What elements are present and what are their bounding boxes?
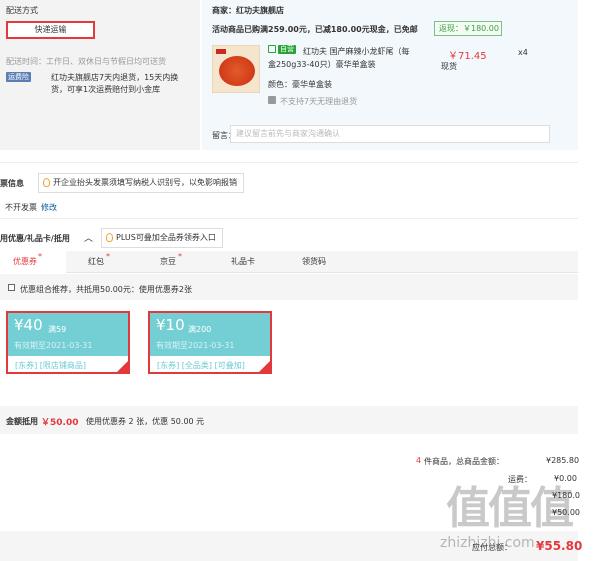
discount-tabs: 优惠券 * 红包 * 京豆 * 礼品卡 领货码 <box>0 251 578 273</box>
product-name-line1[interactable]: 红功夫 国产麻辣小龙虾尾（每 <box>303 46 410 57</box>
item-count: 4 <box>416 456 422 465</box>
tab-red-packet-label: 红包 <box>88 257 104 266</box>
merchant-name: 商家：红功夫旗舰店 <box>212 6 284 15</box>
stock-status: 现货 <box>441 62 457 71</box>
product-qty: x4 <box>518 48 528 57</box>
tab-jingdou[interactable]: 京豆 * <box>160 251 200 273</box>
divider <box>0 218 578 219</box>
delivery-title: 配送方式 <box>6 6 38 15</box>
plus-tip[interactable]: PLUS可叠加全品券领券入口 <box>101 228 223 248</box>
note-input[interactable]: 建议留言前先与商家沟通确认 <box>230 125 550 143</box>
coupon-header: ¥10 满200 有效期至2021-03-31 <box>150 313 270 356</box>
chevron-up-icon[interactable]: ︿ <box>84 231 93 244</box>
invoice-tip-text: 开企业抬头发票须填写纳税人识别号，以免影响报销 <box>53 178 237 187</box>
discount-total-label: 金额抵用 <box>6 417 38 426</box>
coupon-condition: 满200 <box>188 325 212 334</box>
coupon-card[interactable]: ¥10 满200 有效期至2021-03-31 [东券] [全品类] [可叠加] <box>148 311 272 374</box>
tab-red-packet[interactable]: 红包 * <box>88 251 128 273</box>
tab-coupon-star: * <box>38 252 42 261</box>
coupon-expiry: 有效期至2021-03-31 <box>14 341 93 350</box>
discount-total-note: 使用优惠券 2 张，优惠 50.00 元 <box>86 417 205 426</box>
coupon-header: ¥40 满59 有效期至2021-03-31 <box>8 313 128 356</box>
item-count-text: 件商品，总商品金额： <box>424 457 504 466</box>
divider <box>0 162 578 163</box>
freight-insurance-icon: 运费险 <box>6 72 31 82</box>
service-text-1: 红功夫旗舰店7天内退货，15天内换 <box>51 73 179 82</box>
pay-value: ¥55.80 <box>536 539 583 553</box>
tab-red-packet-star: * <box>106 252 110 261</box>
invoice-title: 票信息 <box>0 179 24 188</box>
brand-logo-icon <box>216 49 226 54</box>
rebate-badge: 返现：￥180.00 <box>434 21 502 36</box>
discount-title: 用优惠/礼品卡/抵用 <box>0 234 70 243</box>
tab-gift-card[interactable]: 礼品卡 <box>231 251 255 273</box>
selected-check-icon <box>259 361 270 372</box>
coupon-expiry: 有效期至2021-03-31 <box>156 341 235 350</box>
bulb-icon <box>43 178 50 187</box>
selected-check-icon <box>117 361 128 372</box>
return-note: 不支持7天无理由退货 <box>280 97 358 106</box>
product-thumbnail[interactable] <box>212 45 260 93</box>
watermark-logo: 值值值 <box>446 483 574 534</box>
tab-coupon-label: 优惠券 <box>13 257 37 266</box>
coupon-amount: ¥40 <box>14 316 43 334</box>
coupon-amount: ¥10 <box>156 316 185 334</box>
coupon-tags: [东券] [全品类] [可叠加] <box>157 361 245 370</box>
select-checkbox-icon[interactable] <box>268 45 276 53</box>
product-name-line2[interactable]: 盒250g33-40只）豪华单盒装 <box>268 59 376 70</box>
invoice-value: 不开发票 <box>5 203 37 212</box>
combo-text: 优惠组合推荐，共抵用50.00元：使用优惠券2张 <box>20 285 192 294</box>
coupon-card[interactable]: ¥40 满59 有效期至2021-03-31 [东券] [限店铺商品] <box>6 311 130 374</box>
combo-checkbox[interactable] <box>8 284 15 291</box>
tab-pickup-code[interactable]: 领货码 <box>302 251 326 273</box>
goods-total: ¥285.80 <box>546 456 580 465</box>
coupon-condition: 满59 <box>48 325 67 334</box>
delivery-method-button[interactable]: 快递运输 <box>6 21 95 39</box>
color-label: 颜色： <box>268 80 292 89</box>
plus-tip-text: PLUS可叠加全品券领券入口 <box>116 233 216 242</box>
no-return-icon <box>268 96 276 104</box>
coupon-tags: [东券] [限店铺商品] <box>15 361 87 370</box>
crayfish-dish-image <box>219 56 255 86</box>
bulb-icon <box>106 233 113 242</box>
service-text-2: 货，可享1次运费赔付到小金库 <box>51 85 161 94</box>
tab-jingdou-star: * <box>178 252 182 261</box>
product-price: ￥71.45 <box>448 51 487 62</box>
promo-text: 活动商品已购满259.00元，已减180.00元现金，已免邮 <box>212 25 418 34</box>
watermark-url: zhizhizhi.com <box>440 535 535 551</box>
tab-jingdou-label: 京豆 <box>160 257 176 266</box>
delivery-time: 配送时间：工作日、双休日与节假日均可送货 <box>6 57 166 66</box>
self-operated-badge: 自营 <box>278 45 296 54</box>
discount-total-value: ￥50.00 <box>41 418 79 428</box>
tab-coupon[interactable]: 优惠券 * <box>0 251 66 273</box>
invoice-tip: 开企业抬头发票须填写纳税人识别号，以免影响报销 <box>38 173 244 193</box>
color-value: 豪华单盒装 <box>292 80 332 89</box>
invoice-edit-link[interactable]: 修改 <box>41 202 57 213</box>
